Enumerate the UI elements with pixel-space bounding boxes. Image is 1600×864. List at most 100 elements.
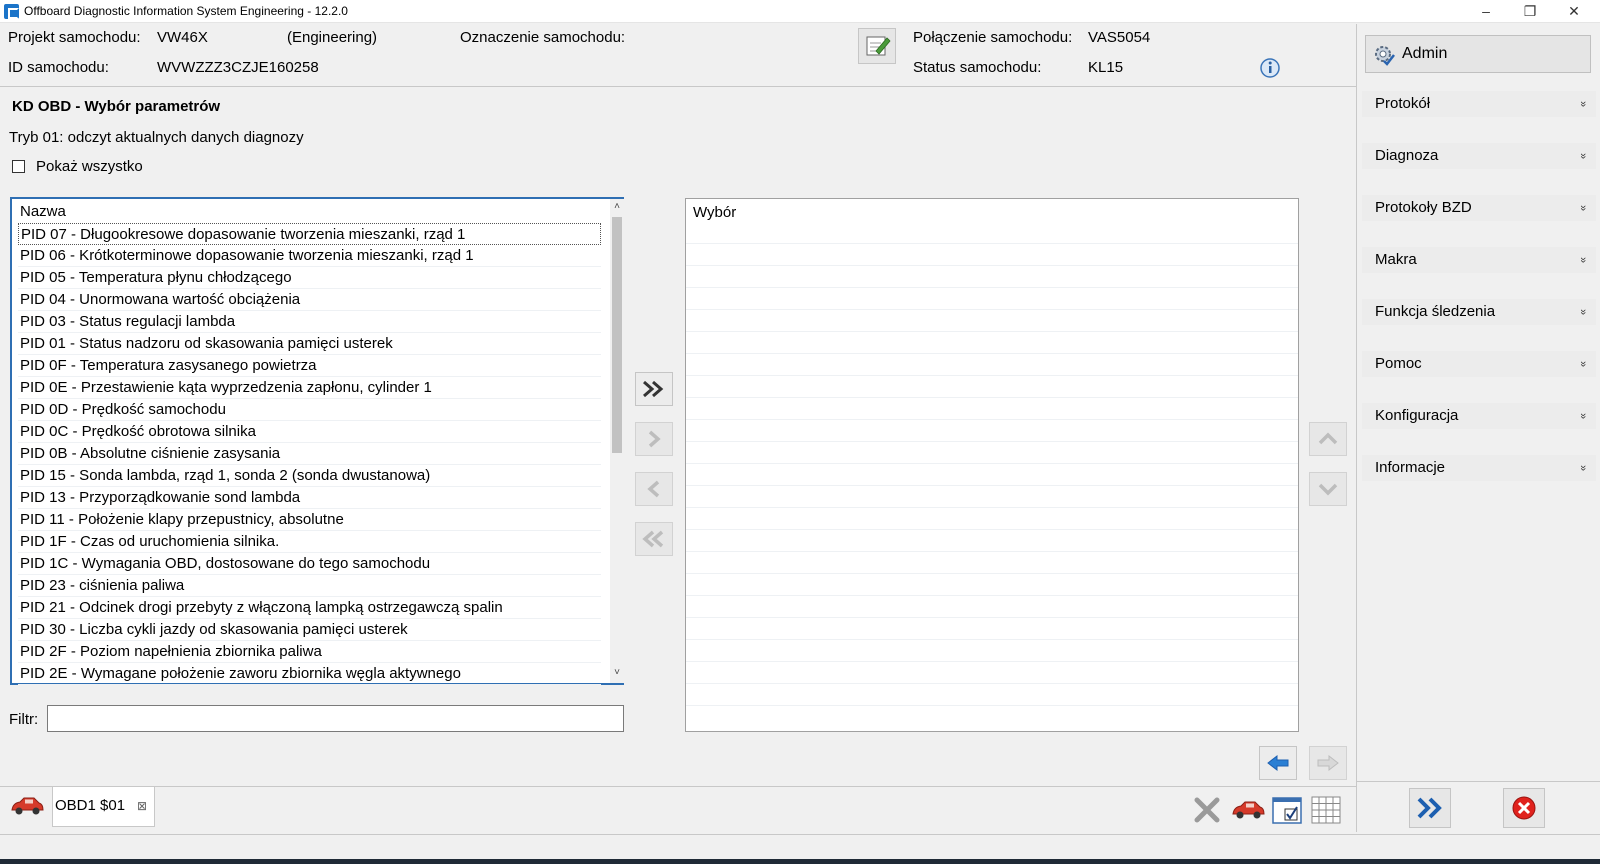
vehicle-id-value: WVWZZZ3CZJE160258	[157, 59, 319, 76]
forward-button[interactable]	[1309, 746, 1347, 780]
list-scrollbar[interactable]: ˄ ˅	[610, 199, 624, 683]
list-item[interactable]: PID 21 - Odcinek drogi przebyty z włączo…	[18, 597, 601, 619]
scrollbar-thumb[interactable]	[612, 217, 622, 453]
parameter-list[interactable]: Nazwa PID 07 - Długookresowe dopasowanie…	[10, 197, 624, 685]
list-item[interactable]: PID 1C - Wymagania OBD, dostosowane do t…	[18, 553, 601, 575]
remove-all-button[interactable]	[635, 522, 673, 556]
list-item[interactable]: PID 23 - ciśnienia paliwa	[18, 575, 601, 597]
double-chevron-right-icon	[1417, 797, 1442, 819]
sidebar-menu-label: Pomoc	[1375, 355, 1422, 372]
selection-row-divider	[686, 419, 1298, 420]
list-item[interactable]: PID 2E - Wymagane położenie zaworu zbior…	[18, 663, 601, 685]
selection-row-divider	[686, 309, 1298, 310]
list-item[interactable]: PID 0D - Prędkość samochodu	[18, 399, 601, 421]
sidebar-menu-item[interactable]: Funkcja śledzenia »	[1362, 299, 1596, 325]
chevron-down-icon: »	[1576, 360, 1589, 368]
cross-icon	[1194, 797, 1220, 823]
tabstrip-divider	[0, 786, 1357, 787]
maximize-button[interactable]: ❐	[1508, 0, 1552, 23]
selection-row-divider	[686, 265, 1298, 266]
status-bar	[0, 834, 1600, 859]
move-up-button[interactable]	[1309, 422, 1347, 456]
list-item[interactable]: PID 0F - Temperatura zasysanego powietrz…	[18, 355, 601, 377]
list-item[interactable]: PID 05 - Temperatura płynu chłodzącego	[18, 267, 601, 289]
sidebar-menu-item[interactable]: Diagnoza »	[1362, 143, 1596, 169]
list-item[interactable]: PID 30 - Liczba cykli jazdy od skasowani…	[18, 619, 601, 641]
selection-row-divider	[686, 661, 1298, 662]
sidebar-menu-item[interactable]: Protokoły BZD »	[1362, 195, 1596, 221]
vehicle-tool-button[interactable]	[1231, 798, 1265, 822]
selection-header: Wybór	[693, 204, 737, 221]
show-all-checkbox[interactable]	[12, 160, 25, 173]
list-item[interactable]: PID 13 - Przyporządkowanie sond lambda	[18, 487, 601, 509]
edit-notes-icon	[866, 36, 891, 56]
list-item[interactable]: PID 0B - Absolutne ciśnienie zasysania	[18, 443, 601, 465]
sidebar-menu-label: Protokoły BZD	[1375, 199, 1472, 216]
scroll-up-icon[interactable]: ˄	[610, 199, 624, 215]
chevron-right-icon	[648, 430, 661, 448]
continue-button[interactable]	[1409, 788, 1451, 828]
chevron-down-icon: »	[1576, 256, 1589, 264]
selection-row-divider	[686, 551, 1298, 552]
filter-input[interactable]	[47, 705, 624, 732]
close-circle-icon	[1512, 796, 1536, 820]
grid-icon	[1311, 796, 1341, 824]
sidebar-menu-item[interactable]: Konfiguracja »	[1362, 403, 1596, 429]
back-button[interactable]	[1259, 746, 1297, 780]
minimize-button[interactable]: –	[1464, 0, 1508, 23]
sidebar-divider	[1356, 24, 1357, 832]
designation-label: Oznaczenie samochodu:	[460, 29, 626, 46]
sidebar-menu-label: Protokół	[1375, 95, 1431, 112]
selection-row-divider	[686, 353, 1298, 354]
exit-button[interactable]	[1503, 788, 1545, 828]
select-window-button[interactable]	[1271, 795, 1303, 825]
car-icon	[1232, 801, 1265, 819]
selection-list[interactable]: Wybór	[685, 198, 1299, 732]
chevron-down-icon	[1318, 483, 1338, 496]
cancel-tool-button[interactable]	[1192, 795, 1222, 825]
list-item[interactable]: PID 11 - Położenie klapy przepustnicy, a…	[18, 509, 601, 531]
list-item[interactable]: PID 0E - Przestawienie kąta wyprzedzenia…	[18, 377, 601, 399]
selection-row-divider	[686, 683, 1298, 684]
selection-row-divider	[686, 705, 1298, 706]
selection-row-divider	[686, 507, 1298, 508]
list-item[interactable]: PID 07 - Długookresowe dopasowanie tworz…	[18, 223, 601, 245]
move-down-button[interactable]	[1309, 472, 1347, 506]
vehicle-icon	[10, 795, 44, 817]
arrow-right-icon	[1317, 754, 1339, 772]
list-item[interactable]: PID 2F - Poziom napełnienia zbiornika pa…	[18, 641, 601, 663]
list-item[interactable]: PID 06 - Krótkoterminowe dopasowanie two…	[18, 245, 601, 267]
status-value: KL15	[1088, 59, 1124, 76]
add-all-button[interactable]	[635, 372, 673, 406]
edit-notes-button[interactable]	[858, 28, 896, 64]
sidebar-menu-item[interactable]: Makra »	[1362, 247, 1596, 273]
checkbox-window-icon	[1272, 797, 1302, 824]
sidebar-menu-item[interactable]: Protokół »	[1362, 91, 1596, 117]
selection-row-divider	[686, 529, 1298, 530]
info-button[interactable]	[1258, 56, 1282, 80]
list-item[interactable]: PID 1F - Czas od uruchomienia silnika.	[18, 531, 601, 553]
project-label: Projekt samochodu:	[8, 29, 141, 46]
admin-button[interactable]: Admin	[1365, 35, 1591, 73]
remove-selected-button[interactable]	[635, 472, 673, 506]
add-selected-button[interactable]	[635, 422, 673, 456]
admin-label: Admin	[1402, 45, 1448, 62]
header-divider	[0, 86, 1357, 87]
status-label: Status samochodu:	[913, 59, 1042, 76]
close-window-button[interactable]: ✕	[1552, 0, 1596, 23]
list-item[interactable]: PID 15 - Sonda lambda, rząd 1, sonda 2 (…	[18, 465, 601, 487]
sidebar-menu-item[interactable]: Pomoc »	[1362, 351, 1596, 377]
project-value: VW46X	[157, 29, 208, 46]
list-item[interactable]: PID 01 - Status nadzoru od skasowania pa…	[18, 333, 601, 355]
grid-view-button[interactable]	[1310, 795, 1342, 825]
list-item[interactable]: PID 0C - Prędkość obrotowa silnika	[18, 421, 601, 443]
list-item[interactable]: PID 03 - Status regulacji lambda	[18, 311, 601, 333]
chevron-up-icon	[1318, 432, 1338, 445]
tab-close-icon[interactable]: ⊠	[137, 799, 147, 813]
sidebar-menu-item[interactable]: Informacje »	[1362, 455, 1596, 481]
selection-row-divider	[686, 595, 1298, 596]
list-item[interactable]: PID 04 - Unormowana wartość obciążenia	[18, 289, 601, 311]
selection-row-divider	[686, 441, 1298, 442]
scroll-down-icon[interactable]: ˅	[610, 665, 624, 681]
tab-obd1[interactable]: OBD1 $01 ⊠	[52, 787, 155, 827]
